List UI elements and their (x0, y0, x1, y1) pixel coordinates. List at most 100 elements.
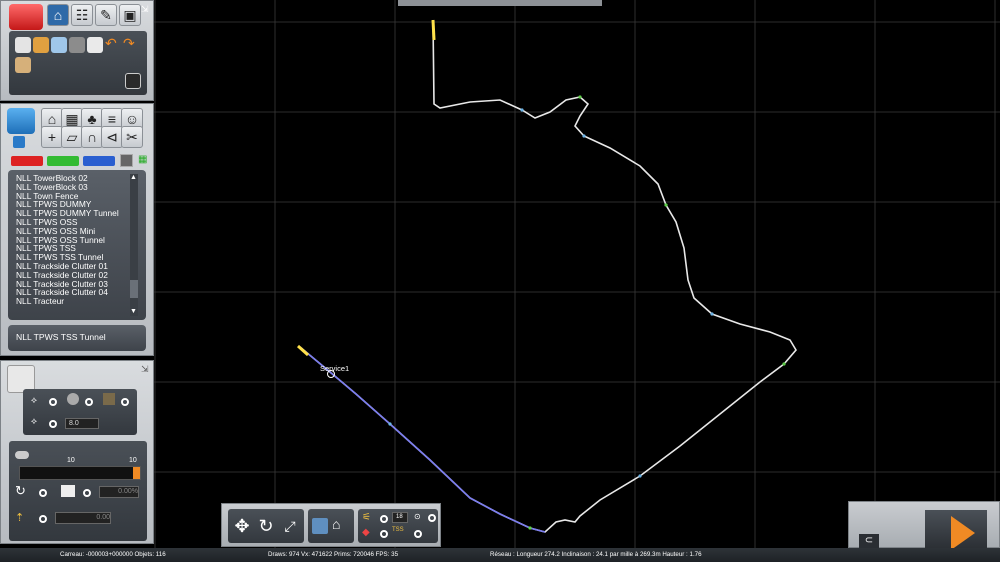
track-icon[interactable]: ☷ (71, 4, 93, 26)
home-view-icon[interactable]: ⌂ (332, 516, 340, 532)
unlock-icon[interactable]: ⊂ (859, 534, 879, 548)
stamp-icon[interactable] (15, 57, 31, 73)
track-end-marker (296, 344, 310, 357)
marker-tools: ⚟ 18 ⊙ ◆ TSS (358, 509, 438, 543)
count-field[interactable]: 18 (392, 512, 408, 523)
play-panel: ⊂ (848, 501, 1000, 550)
filter-green-button[interactable] (47, 156, 79, 166)
scroll-down-icon[interactable]: ▼ (130, 308, 137, 315)
home-icon[interactable]: ⌂ (47, 4, 69, 26)
top-handle[interactable] (398, 0, 602, 6)
gear-icon (67, 393, 79, 405)
bridge-icon[interactable]: ▱ (61, 126, 83, 148)
view-tools: ⌂ (308, 509, 354, 543)
lock-icon[interactable]: ⊙ (414, 512, 421, 521)
track-segment-marker (578, 95, 582, 99)
rotate-icon: ↻ (15, 483, 26, 498)
slider-thumb[interactable] (133, 467, 140, 479)
undo-icon[interactable]: ↶ (105, 35, 117, 52)
collapse-icon[interactable]: ⇲ (141, 4, 149, 15)
scale-icon (61, 485, 75, 497)
rotation-field[interactable]: 0.00% (99, 486, 139, 498)
height-radio[interactable] (39, 515, 47, 523)
edit-tools-box: ↶ ↷ (9, 31, 147, 95)
track-segment-marker (388, 422, 392, 426)
track-segment-marker (664, 203, 668, 207)
scale-radio[interactable] (83, 489, 91, 497)
scroll-thumb[interactable] (130, 280, 138, 298)
track-segment-marker (710, 312, 714, 316)
arch-icon[interactable]: ∩ (81, 126, 103, 148)
screen-icon[interactable] (51, 37, 67, 53)
toolbox-icon[interactable] (9, 4, 43, 30)
height-field[interactable]: 0.00 (55, 512, 111, 524)
track-segment-marker (582, 134, 586, 138)
lock-radio[interactable] (428, 514, 436, 522)
scroll-up-icon[interactable]: ▲ (130, 174, 137, 181)
track-segment-marker (782, 362, 786, 366)
placement-box: ⟡ ⟡ 8.0 (23, 389, 137, 435)
slider-max-label: 10 (129, 457, 137, 464)
offset-input[interactable]: 8.0 (65, 418, 99, 429)
status-bar: Carreau: -000003+000000 Objets: 116 Draw… (0, 548, 1000, 562)
object-list-scrollbar[interactable]: ▲ ▼ (130, 174, 138, 316)
cube-icon[interactable] (7, 108, 35, 134)
map-grid (154, 0, 1000, 548)
tools-icon[interactable]: ✂ (121, 126, 143, 148)
list-view-icon[interactable] (120, 154, 133, 167)
copy-icon[interactable] (33, 37, 49, 53)
rotate-radio[interactable] (39, 489, 47, 497)
snap-icon: ⟡ (31, 395, 37, 405)
service-label: Service1 (320, 364, 349, 373)
tools-panel: ⌂ ☷ ✎ ▣ ⇲ ↶ ↷ (0, 0, 154, 101)
eraser-icon[interactable] (87, 37, 103, 53)
move-icon[interactable]: ✥ (230, 514, 254, 538)
filter-blue-button[interactable] (83, 156, 115, 166)
brush-icon[interactable]: ✎ (95, 4, 117, 26)
redo-icon[interactable]: ↷ (123, 35, 135, 52)
status-tile: Carreau: -000003+000000 Objets: 116 (60, 551, 166, 558)
collapse-icon[interactable]: ⇲ (141, 364, 149, 375)
graph-icon: ⚟ (362, 512, 371, 523)
snap-radio[interactable] (49, 398, 57, 406)
sign-icon[interactable]: ⊲ (101, 126, 123, 148)
slider-min-label: 10 (67, 457, 75, 464)
small-cube-icon[interactable] (13, 136, 25, 148)
selected-object: NLL TPWS TSS Tunnel (8, 325, 146, 351)
play-button[interactable] (925, 510, 987, 550)
gear-radio[interactable] (85, 398, 93, 406)
object-list[interactable]: NLL TowerBlock 02 NLL TowerBlock 03 NLL To… (8, 170, 146, 320)
height-icon: ⇡ (15, 512, 25, 524)
track-piece-radio[interactable] (121, 398, 129, 406)
filter-red-button[interactable] (11, 156, 43, 166)
signal-radio[interactable] (380, 530, 388, 538)
value-slider[interactable] (19, 466, 141, 480)
track-segment-marker (638, 474, 642, 478)
rotate-tool-icon[interactable]: ↻ (254, 514, 278, 538)
tss-radio[interactable] (414, 530, 422, 538)
list-item[interactable]: NLL Tracteur (16, 297, 146, 306)
trash-icon[interactable] (69, 37, 85, 53)
toggle-icon[interactable] (15, 451, 29, 459)
track-piece-icon (103, 393, 115, 405)
camera-icon[interactable] (312, 518, 328, 534)
track-segment-marker (528, 526, 532, 530)
track-segment-marker (520, 108, 524, 112)
track-line[interactable] (299, 19, 797, 533)
train-icon[interactable]: ▣ (119, 4, 141, 26)
status-draws: Draws: 974 Vx: 471622 Prims: 720046 FPS:… (268, 551, 399, 558)
signal-icon[interactable]: + (41, 126, 63, 148)
manipulate-tools: ✥ ↻ ⤢ (228, 509, 304, 543)
graph-radio[interactable] (380, 515, 388, 523)
play-icon (951, 516, 975, 550)
status-network: Réseau : Longueur 274.2 Inclinaison : 24… (490, 551, 702, 558)
offset-radio[interactable] (49, 420, 57, 428)
grid-view-icon[interactable]: ▦ (138, 154, 149, 165)
track-start-marker (431, 19, 436, 41)
scale-tool-icon[interactable]: ⤢ (278, 514, 302, 538)
new-page-icon[interactable] (15, 37, 31, 53)
corner-tool-icon[interactable] (125, 73, 141, 89)
tss-label: TSS (392, 527, 404, 533)
transform-box: 10 10 ↻ 0.00% ⇡ 0.00 (9, 441, 147, 541)
signal-marker-icon: ◆ (362, 527, 370, 538)
